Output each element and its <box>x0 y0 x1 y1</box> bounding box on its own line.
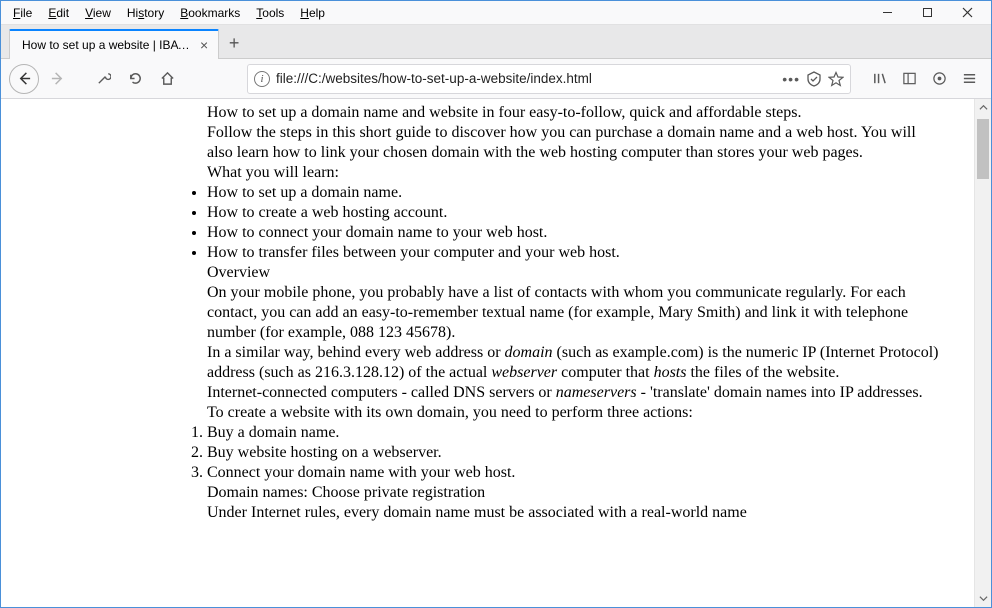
page-actions-icon[interactable]: ••• <box>782 71 800 87</box>
page-content: How to set up a domain name and website … <box>1 99 974 607</box>
minimize-button[interactable] <box>867 1 907 25</box>
vertical-scrollbar[interactable] <box>974 99 991 607</box>
menu-tools[interactable]: Tools <box>248 4 292 22</box>
menubar: File Edit View History Bookmarks Tools H… <box>1 1 991 25</box>
close-button[interactable] <box>947 1 987 25</box>
bookmark-star-icon[interactable] <box>828 71 844 87</box>
document-body: How to set up a domain name and website … <box>181 99 941 523</box>
private-reg-para: Under Internet rules, every domain name … <box>207 503 941 523</box>
app-menu-icon[interactable] <box>955 65 983 93</box>
reload-button[interactable] <box>121 65 149 93</box>
list-item: Buy a domain name. <box>207 423 941 443</box>
intro-para-1: How to set up a domain name and website … <box>207 103 941 123</box>
overview-para-3: Internet-connected computers - called DN… <box>207 383 941 423</box>
list-item: How to create a web hosting account. <box>207 203 941 223</box>
tab-active[interactable]: How to set up a website | IBAT Port… × <box>9 29 219 59</box>
new-tab-button[interactable]: + <box>219 28 249 58</box>
url-bar[interactable]: i file:///C:/websites/how-to-set-up-a-we… <box>247 64 851 94</box>
toolbar-right <box>865 65 983 93</box>
menu-help[interactable]: Help <box>292 4 333 22</box>
scroll-up-icon[interactable] <box>975 99 991 116</box>
reader-mode-icon[interactable] <box>806 71 822 87</box>
intro-para-2: Follow the steps in this short guide to … <box>207 123 941 163</box>
window-controls <box>867 1 987 25</box>
what-you-learn-heading: What you will learn: <box>207 163 941 183</box>
steps-list: Buy a domain name. Buy website hosting o… <box>181 423 941 483</box>
overview-para-1: On your mobile phone, you probably have … <box>207 283 941 343</box>
scroll-down-icon[interactable] <box>975 590 991 607</box>
scrollbar-thumb[interactable] <box>977 119 989 179</box>
menu-view[interactable]: View <box>77 4 119 22</box>
learn-list: How to set up a domain name. How to crea… <box>181 183 941 263</box>
tab-label: How to set up a website | IBAT Port… <box>22 38 192 52</box>
forward-button[interactable] <box>43 65 71 93</box>
tab-close-icon[interactable]: × <box>200 38 208 52</box>
viewport: How to set up a domain name and website … <box>1 99 991 607</box>
overview-para-2: In a similar way, behind every web addre… <box>207 343 941 383</box>
overview-heading: Overview <box>207 263 941 283</box>
home-button[interactable] <box>153 65 181 93</box>
url-text: file:///C:/websites/how-to-set-up-a-webs… <box>276 71 776 86</box>
devtools-button[interactable] <box>89 65 117 93</box>
tab-strip: How to set up a website | IBAT Port… × + <box>1 25 991 59</box>
identity-icon[interactable]: i <box>254 71 270 87</box>
menu-edit[interactable]: Edit <box>40 4 77 22</box>
back-button[interactable] <box>9 64 39 94</box>
private-reg-heading: Domain names: Choose private registratio… <box>207 483 941 503</box>
library-icon[interactable] <box>865 65 893 93</box>
sidebar-icon[interactable] <box>895 65 923 93</box>
list-item: How to transfer files between your compu… <box>207 243 941 263</box>
menu-file[interactable]: File <box>5 4 40 22</box>
list-item: How to set up a domain name. <box>207 183 941 203</box>
toolbar: i file:///C:/websites/how-to-set-up-a-we… <box>1 59 991 99</box>
maximize-button[interactable] <box>907 1 947 25</box>
extension-icon[interactable] <box>925 65 953 93</box>
list-item: How to connect your domain name to your … <box>207 223 941 243</box>
browser-window: File Edit View History Bookmarks Tools H… <box>0 0 992 608</box>
list-item: Connect your domain name with your web h… <box>207 463 941 483</box>
list-item: Buy website hosting on a webserver. <box>207 443 941 463</box>
menu-history[interactable]: History <box>119 4 172 22</box>
menu-bookmarks[interactable]: Bookmarks <box>172 4 248 22</box>
